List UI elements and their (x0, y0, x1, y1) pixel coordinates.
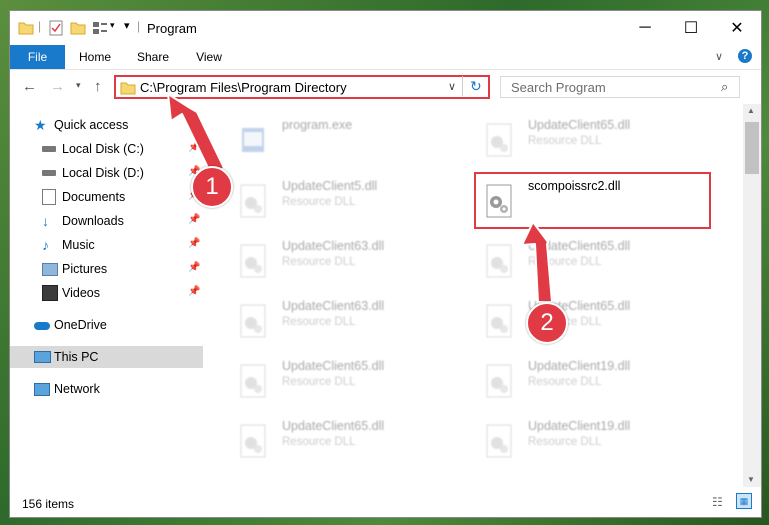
arrow-1 (167, 93, 225, 177)
annotation-arrows (167, 93, 553, 303)
arrow-2 (521, 221, 553, 303)
step-2-badge: 2 (526, 302, 568, 344)
step-1-badge: 1 (191, 166, 233, 208)
